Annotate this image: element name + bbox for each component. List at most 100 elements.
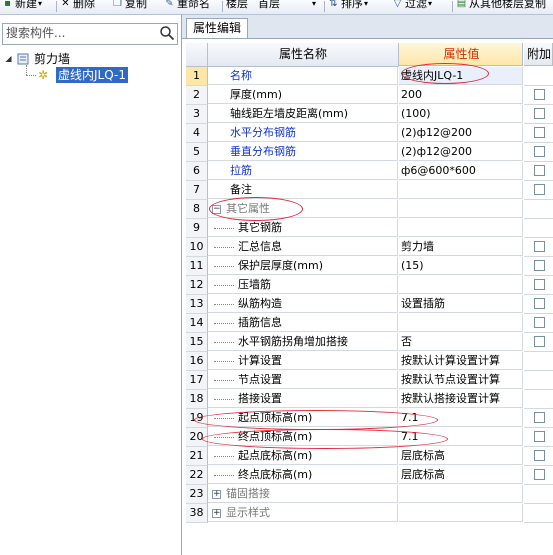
search-input[interactable] (3, 24, 159, 42)
header-additional: 附加 (524, 43, 553, 66)
floor-select[interactable]: 首层 (258, 0, 280, 11)
additional-checkbox[interactable] (534, 165, 545, 176)
table-row[interactable]: 8− 其它属性 (186, 200, 553, 219)
table-row[interactable]: 22 终点底标高(m) 层底标高 (186, 466, 553, 485)
property-name-label: 终点底标高(m) (238, 468, 313, 481)
sort-button[interactable]: ⇅ 排序 ▾ (328, 0, 368, 11)
additional-checkbox[interactable] (534, 108, 545, 119)
property-name-label: 锚固搭接 (226, 487, 270, 500)
row-number: 22 (186, 466, 208, 485)
expand-icon[interactable]: + (212, 508, 221, 518)
table-row[interactable]: 10 汇总信息 剪力墙 (186, 238, 553, 257)
property-value-cell[interactable]: 按默认节点设置计算 (399, 371, 523, 389)
additional-checkbox[interactable] (534, 336, 545, 347)
property-name-label: 显示样式 (226, 506, 270, 519)
table-row[interactable]: 14 插筋信息 (186, 314, 553, 333)
table-row[interactable]: 2 厚度(mm) 200 (186, 86, 553, 105)
row-number: 5 (186, 143, 208, 162)
additional-cell (524, 200, 553, 219)
table-row[interactable]: 18 搭接设置 按默认搭接设置计算 (186, 390, 553, 409)
table-row[interactable]: 20 终点顶标高(m) 7.1 (186, 428, 553, 447)
property-name-label: 其它属性 (226, 202, 270, 215)
additional-checkbox[interactable] (534, 127, 545, 138)
table-row[interactable]: 17 节点设置 按默认节点设置计算 (186, 371, 553, 390)
property-value-cell[interactable] (399, 219, 523, 237)
property-value-cell[interactable]: 7.1 (399, 428, 523, 446)
property-grid: 属性名称 属性值 附加 1 名称 虚线内JLQ-1 2 厚度(mm) 200 3 轴线距左墙皮… (186, 43, 553, 555)
property-name-cell: 终点底标高(m) (208, 466, 398, 484)
table-row[interactable]: 23 + 锚固搭接 (186, 485, 553, 504)
collapse-icon[interactable]: ◢ (4, 54, 13, 63)
tab-property-edit[interactable]: 属性编辑 (186, 18, 249, 38)
additional-checkbox[interactable] (534, 146, 545, 157)
expand-icon[interactable]: + (212, 489, 221, 499)
additional-checkbox[interactable] (534, 469, 545, 480)
additional-checkbox[interactable] (534, 412, 545, 423)
filter-button[interactable]: ▽ 过滤 ▾ (392, 0, 432, 11)
property-value-cell[interactable] (399, 276, 523, 294)
property-value-cell[interactable]: (2)ф12@200 (399, 124, 523, 142)
property-name-label: 终点顶标高(m) (238, 430, 313, 443)
table-row[interactable]: 13 纵筋构造 设置插筋 (186, 295, 553, 314)
property-value-cell[interactable]: 剪力墙 (399, 238, 523, 256)
additional-checkbox[interactable] (534, 279, 545, 290)
delete-button[interactable]: ✕ 删除 (60, 0, 95, 11)
table-row[interactable]: 11 保护层厚度(mm) (15) (186, 257, 553, 276)
table-row[interactable]: 5 垂直分布钢筋 (2)ф12@200 (186, 143, 553, 162)
additional-checkbox[interactable] (534, 260, 545, 271)
table-row[interactable]: 4 水平分布钢筋 (2)ф12@200 (186, 124, 553, 143)
collapse-icon[interactable]: − (212, 204, 221, 214)
property-value-cell[interactable]: 7.1 (399, 409, 523, 427)
new-button[interactable]: ▪ 新建 ▾ (2, 0, 42, 11)
search-icon[interactable] (159, 25, 175, 41)
property-value-cell[interactable]: 层底标高 (399, 447, 523, 465)
table-row[interactable]: 16 计算设置 按默认计算设置计算 (186, 352, 553, 371)
table-row[interactable]: 1 名称 虚线内JLQ-1 (186, 67, 553, 86)
property-value-cell[interactable] (399, 200, 523, 218)
copy-button[interactable]: ❐ 复制 (112, 0, 147, 11)
property-value-cell[interactable]: ф6@600*600 (399, 162, 523, 180)
table-row[interactable]: 19 起点顶标高(m) 7.1 (186, 409, 553, 428)
property-value-cell[interactable]: (2)ф12@200 (399, 143, 523, 161)
property-value-cell[interactable] (399, 504, 523, 522)
property-value-cell[interactable] (399, 485, 523, 503)
property-name-label: 汇总信息 (238, 240, 282, 253)
property-value-cell[interactable] (399, 314, 523, 332)
property-name-label: 轴线距左墙皮距离(mm) (230, 107, 349, 120)
table-row[interactable]: 15 水平钢筋拐角增加搭接 否 (186, 333, 553, 352)
property-name-cell: 节点设置 (208, 371, 398, 389)
table-row[interactable]: 21 起点底标高(m) 层底标高 (186, 447, 553, 466)
row-number: 2 (186, 86, 208, 105)
additional-checkbox[interactable] (534, 298, 545, 309)
additional-checkbox[interactable] (534, 317, 545, 328)
property-value-cell[interactable]: (15) (399, 257, 523, 275)
table-row[interactable]: 12 压墙筋 (186, 276, 553, 295)
row-number: 20 (186, 428, 208, 447)
property-value-cell[interactable]: 200 (399, 86, 523, 104)
table-row[interactable]: 38 + 显示样式 (186, 504, 553, 523)
table-row[interactable]: 7 备注 (186, 181, 553, 200)
additional-checkbox[interactable] (534, 184, 545, 195)
additional-checkbox[interactable] (534, 89, 545, 100)
additional-checkbox[interactable] (534, 431, 545, 442)
property-value-cell[interactable]: 设置插筋 (399, 295, 523, 313)
property-value-cell[interactable]: (100) (399, 105, 523, 123)
rename-button[interactable]: ✎ 重命名 (164, 0, 210, 11)
row-number: 38 (186, 504, 208, 523)
additional-cell (524, 333, 553, 352)
additional-cell (524, 466, 553, 485)
property-value-cell[interactable] (399, 181, 523, 199)
additional-checkbox[interactable] (534, 450, 545, 461)
copy-from-floor-button[interactable]: ▤ 从其他楼层复制 (456, 0, 546, 11)
additional-checkbox[interactable] (534, 241, 545, 252)
property-value-cell[interactable]: 否 (399, 333, 523, 351)
table-row[interactable]: 3 轴线距左墙皮距离(mm) (100) (186, 105, 553, 124)
property-value-cell[interactable]: 虚线内JLQ-1 (399, 67, 523, 85)
floor-dropdown[interactable]: ▾ (312, 0, 316, 11)
property-value-cell[interactable]: 按默认搭接设置计算 (399, 390, 523, 408)
table-row[interactable]: 6 拉筋 ф6@600*600 (186, 162, 553, 181)
property-value-cell[interactable]: 层底标高 (399, 466, 523, 484)
tree-line-icon (214, 265, 234, 267)
table-row[interactable]: 9 其它钢筋 (186, 219, 553, 238)
property-value-cell[interactable]: 按默认计算设置计算 (399, 352, 523, 370)
